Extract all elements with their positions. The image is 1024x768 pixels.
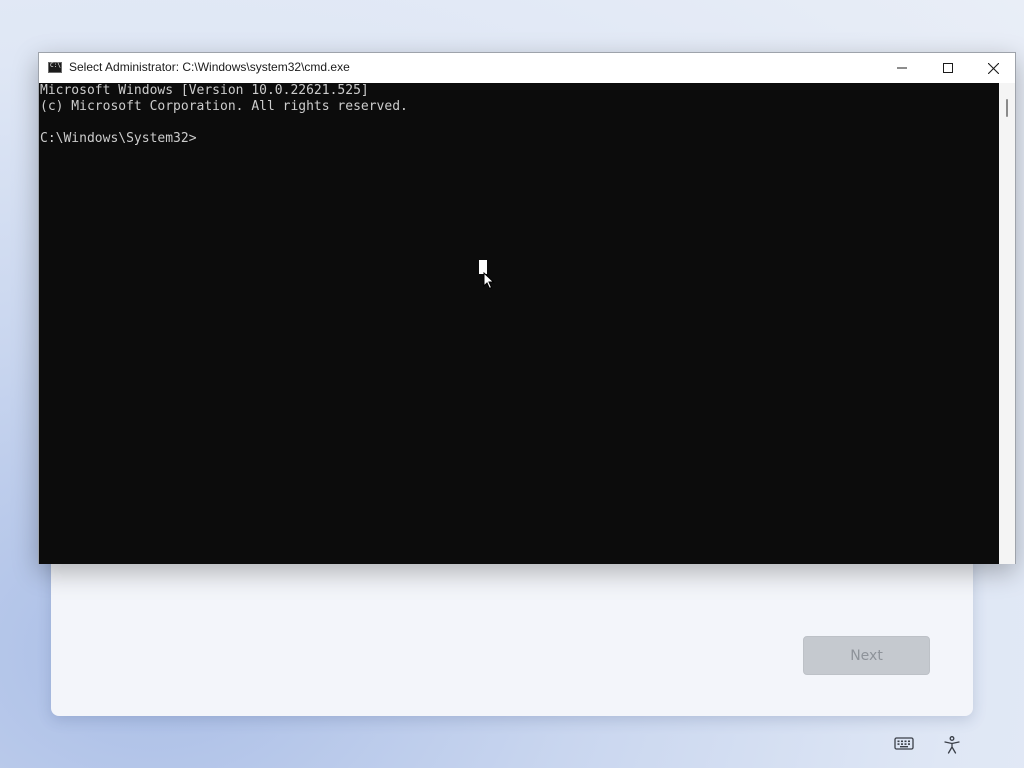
console-prompt: C:\Windows\System32> <box>40 131 197 146</box>
setup-card: Next <box>51 540 973 716</box>
cmd-icon <box>48 62 62 73</box>
minimize-button[interactable] <box>879 53 925 83</box>
console-output[interactable]: Microsoft Windows [Version 10.0.22621.52… <box>39 83 999 564</box>
window-title: Select Administrator: C:\Windows\system3… <box>69 60 350 74</box>
accessibility-button[interactable] <box>942 735 962 759</box>
console-line: (c) Microsoft Corporation. All rights re… <box>40 99 408 114</box>
vertical-scrollbar[interactable] <box>999 83 1015 564</box>
maximize-icon <box>943 63 953 73</box>
accessibility-icon <box>944 736 960 754</box>
keyboard-icon <box>894 737 914 750</box>
maximize-button[interactable] <box>925 53 971 83</box>
minimize-icon <box>897 67 907 69</box>
close-button[interactable] <box>970 53 1016 83</box>
close-icon <box>987 62 999 74</box>
scroll-thumb[interactable] <box>1006 99 1008 117</box>
mouse-pointer-icon <box>483 272 495 290</box>
next-button[interactable]: Next <box>803 636 930 675</box>
console-line: Microsoft Windows [Version 10.0.22621.52… <box>40 83 369 98</box>
title-bar[interactable]: Select Administrator: C:\Windows\system3… <box>39 53 1015 83</box>
keyboard-button[interactable] <box>894 735 914 757</box>
cmd-window: Select Administrator: C:\Windows\system3… <box>38 52 1016 564</box>
